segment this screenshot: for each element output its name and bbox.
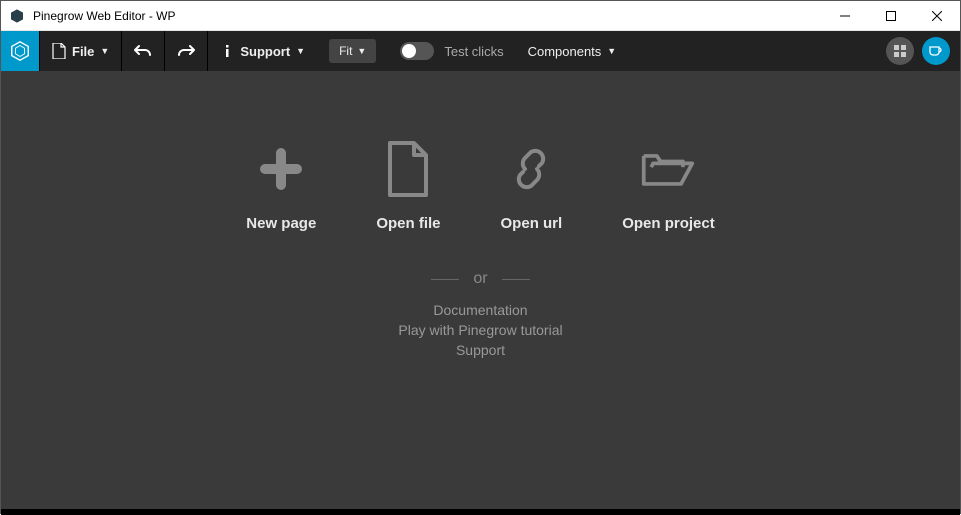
undo-button[interactable] bbox=[122, 31, 164, 71]
pinegrow-logo-icon bbox=[9, 40, 31, 62]
minimize-button[interactable] bbox=[822, 1, 868, 30]
test-clicks-toggle[interactable] bbox=[400, 42, 434, 60]
bottom-bar bbox=[1, 509, 960, 515]
folder-open-icon bbox=[640, 141, 696, 197]
window-title: Pinegrow Web Editor - WP bbox=[33, 9, 822, 23]
toolbar: File ▼ Support ▼ Fit ▼ Test clicks Compo… bbox=[1, 31, 960, 71]
support-menu[interactable]: Support ▼ bbox=[208, 31, 317, 71]
tutorial-link[interactable]: Play with Pinegrow tutorial bbox=[398, 322, 562, 338]
documentation-link[interactable]: Documentation bbox=[433, 302, 527, 318]
action-label: Open url bbox=[501, 215, 563, 232]
open-url-action[interactable]: Open url bbox=[501, 141, 563, 232]
start-screen: New page Open file Open url Open project… bbox=[1, 71, 960, 509]
fit-dropdown[interactable]: Fit ▼ bbox=[329, 39, 376, 63]
redo-button[interactable] bbox=[165, 31, 207, 71]
titlebar: Pinegrow Web Editor - WP bbox=[1, 1, 960, 31]
new-page-action[interactable]: New page bbox=[246, 141, 316, 232]
or-label: or bbox=[473, 270, 487, 288]
start-actions: New page Open file Open url Open project bbox=[246, 141, 714, 232]
coffee-icon bbox=[929, 45, 943, 57]
file-label: File bbox=[72, 44, 94, 59]
test-clicks-toggle-group: Test clicks bbox=[388, 31, 515, 71]
caret-down-icon: ▼ bbox=[296, 46, 305, 56]
window-controls bbox=[822, 1, 960, 30]
coffee-button[interactable] bbox=[922, 37, 950, 65]
action-label: Open project bbox=[622, 215, 715, 232]
undo-icon bbox=[134, 44, 152, 58]
file-icon bbox=[380, 141, 436, 197]
caret-down-icon: ▼ bbox=[100, 46, 109, 56]
open-project-action[interactable]: Open project bbox=[622, 141, 715, 232]
file-menu[interactable]: File ▼ bbox=[40, 31, 121, 71]
support-link[interactable]: Support bbox=[456, 342, 505, 358]
file-icon bbox=[52, 43, 66, 59]
open-file-action[interactable]: Open file bbox=[376, 141, 440, 232]
app-icon bbox=[9, 8, 25, 24]
info-icon bbox=[220, 44, 234, 58]
redo-icon bbox=[177, 44, 195, 58]
grid-icon bbox=[894, 45, 906, 57]
caret-down-icon: ▼ bbox=[357, 46, 366, 56]
or-divider: or bbox=[431, 270, 529, 288]
grid-view-button[interactable] bbox=[886, 37, 914, 65]
fit-label: Fit bbox=[339, 44, 352, 58]
action-label: New page bbox=[246, 215, 316, 232]
logo-button[interactable] bbox=[1, 31, 39, 71]
link-icon bbox=[503, 141, 559, 197]
action-label: Open file bbox=[376, 215, 440, 232]
start-links: Documentation Play with Pinegrow tutoria… bbox=[398, 302, 562, 358]
support-label: Support bbox=[240, 44, 290, 59]
test-clicks-label: Test clicks bbox=[444, 44, 503, 59]
components-label: Components bbox=[528, 44, 602, 59]
maximize-button[interactable] bbox=[868, 1, 914, 30]
caret-down-icon: ▼ bbox=[607, 46, 616, 56]
components-menu[interactable]: Components ▼ bbox=[516, 31, 629, 71]
close-button[interactable] bbox=[914, 1, 960, 30]
plus-icon bbox=[253, 141, 309, 197]
